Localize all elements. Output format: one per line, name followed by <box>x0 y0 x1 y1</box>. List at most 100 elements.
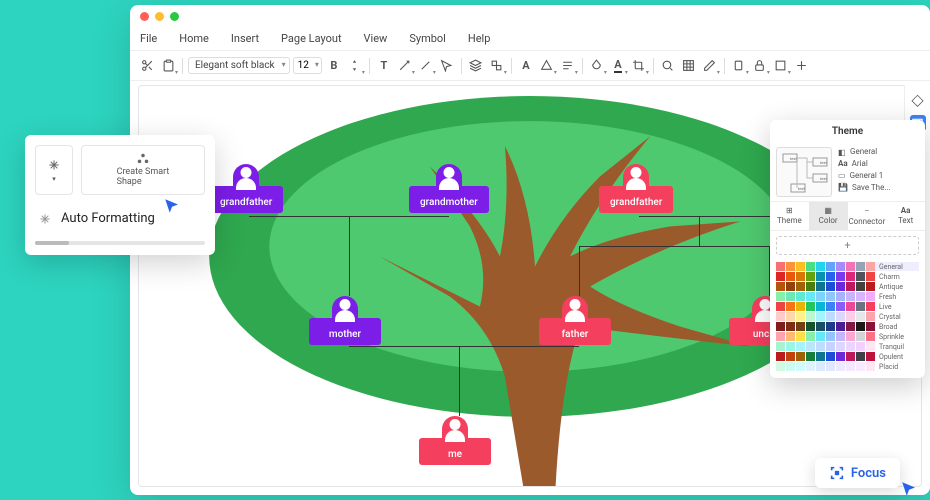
shape-icon[interactable] <box>538 57 556 75</box>
swatch[interactable] <box>776 292 785 301</box>
tree-node-gf1[interactable]: grandfather <box>209 164 283 213</box>
swatch[interactable] <box>816 362 825 371</box>
swatch[interactable] <box>816 262 825 271</box>
swatch[interactable] <box>796 312 805 321</box>
swatch[interactable] <box>796 262 805 271</box>
swatch[interactable] <box>816 302 825 311</box>
swatch-row[interactable]: Antique <box>776 282 919 291</box>
swatch[interactable] <box>796 302 805 311</box>
tab-color[interactable]: ▦Color <box>809 202 848 230</box>
swatch[interactable] <box>816 352 825 361</box>
swatch[interactable] <box>836 272 845 281</box>
cut-icon[interactable] <box>138 57 156 75</box>
swatch[interactable] <box>816 312 825 321</box>
tree-node-father[interactable]: father <box>539 296 611 345</box>
preset-item[interactable]: ◧General <box>838 147 919 156</box>
swatch[interactable] <box>786 292 795 301</box>
swatch[interactable] <box>816 332 825 341</box>
swatch[interactable] <box>786 262 795 271</box>
create-smart-shape-button[interactable]: Create Smart Shape <box>81 145 205 195</box>
swatch[interactable] <box>846 322 855 331</box>
swatch-row[interactable]: Fresh <box>776 292 919 301</box>
swatch[interactable] <box>786 272 795 281</box>
swatch-row[interactable]: General <box>776 262 919 271</box>
pointer-icon[interactable] <box>438 57 456 75</box>
swatch[interactable] <box>856 282 865 291</box>
layers-icon[interactable] <box>467 57 485 75</box>
swatch[interactable] <box>786 282 795 291</box>
tab-connector[interactable]: ⎯Connector <box>848 202 887 230</box>
swatch[interactable] <box>776 322 785 331</box>
diamond-icon[interactable]: ◇ <box>910 91 926 107</box>
swatch[interactable] <box>836 332 845 341</box>
swatch[interactable] <box>776 342 785 351</box>
swatch[interactable] <box>846 342 855 351</box>
swatch-row[interactable]: Broad <box>776 322 919 331</box>
swatch[interactable] <box>866 302 875 311</box>
menu-view[interactable]: View <box>364 32 388 45</box>
swatch[interactable] <box>866 312 875 321</box>
swatch[interactable] <box>866 362 875 371</box>
swatch[interactable] <box>826 312 835 321</box>
swatch[interactable] <box>826 332 835 341</box>
swatch[interactable] <box>836 312 845 321</box>
swatch[interactable] <box>786 362 795 371</box>
swatch[interactable] <box>806 322 815 331</box>
swatch[interactable] <box>836 292 845 301</box>
page-icon[interactable] <box>772 57 790 75</box>
swatch[interactable] <box>866 342 875 351</box>
swatch[interactable] <box>856 342 865 351</box>
swatch[interactable] <box>856 312 865 321</box>
maximize-dot[interactable] <box>170 12 179 21</box>
swatch[interactable] <box>826 342 835 351</box>
preset-item[interactable]: AaArial <box>838 159 919 168</box>
swatch[interactable] <box>816 342 825 351</box>
text-tool-icon[interactable]: T <box>375 57 393 75</box>
swatch[interactable] <box>776 352 785 361</box>
sparkle-button[interactable]: ▾ <box>35 145 73 195</box>
swatch[interactable] <box>796 342 805 351</box>
swatch[interactable] <box>796 362 805 371</box>
swatch[interactable] <box>836 362 845 371</box>
swatch[interactable] <box>796 272 805 281</box>
tree-node-gf2[interactable]: grandfather <box>599 164 673 213</box>
swatch[interactable] <box>806 282 815 291</box>
swatch[interactable] <box>786 352 795 361</box>
swatch[interactable] <box>786 302 795 311</box>
swatch[interactable] <box>866 262 875 271</box>
swatch-row[interactable]: Sprinkle <box>776 332 919 341</box>
swatch[interactable] <box>806 342 815 351</box>
swatch[interactable] <box>836 322 845 331</box>
swatch[interactable] <box>836 302 845 311</box>
swatch-row[interactable]: Charm <box>776 272 919 281</box>
preset-item[interactable]: 💾Save The... <box>838 183 919 192</box>
swatch[interactable] <box>816 282 825 291</box>
crop-icon[interactable] <box>630 57 648 75</box>
swatch[interactable] <box>806 302 815 311</box>
font-expand-icon[interactable] <box>346 57 364 75</box>
swatch[interactable] <box>846 262 855 271</box>
swatch[interactable] <box>846 332 855 341</box>
swatch[interactable] <box>826 262 835 271</box>
connector-icon[interactable] <box>396 57 414 75</box>
swatch[interactable] <box>806 272 815 281</box>
swatch[interactable] <box>786 312 795 321</box>
swatch[interactable] <box>826 282 835 291</box>
swatch[interactable] <box>826 362 835 371</box>
swatch[interactable] <box>786 342 795 351</box>
fill-icon[interactable] <box>588 57 606 75</box>
preset-item[interactable]: ▭General 1 <box>838 171 919 180</box>
swatch[interactable] <box>816 322 825 331</box>
swatch[interactable] <box>866 272 875 281</box>
swatch[interactable] <box>796 332 805 341</box>
tree-node-gm1[interactable]: grandmother <box>409 164 489 213</box>
swatch[interactable] <box>846 362 855 371</box>
menu-home[interactable]: Home <box>179 32 209 45</box>
swatch[interactable] <box>796 322 805 331</box>
swatch-row[interactable]: Placid <box>776 362 919 371</box>
swatch[interactable] <box>776 302 785 311</box>
pen-icon[interactable] <box>701 57 719 75</box>
menu-file[interactable]: File <box>140 32 157 45</box>
swatch[interactable] <box>796 292 805 301</box>
swatch[interactable] <box>826 322 835 331</box>
